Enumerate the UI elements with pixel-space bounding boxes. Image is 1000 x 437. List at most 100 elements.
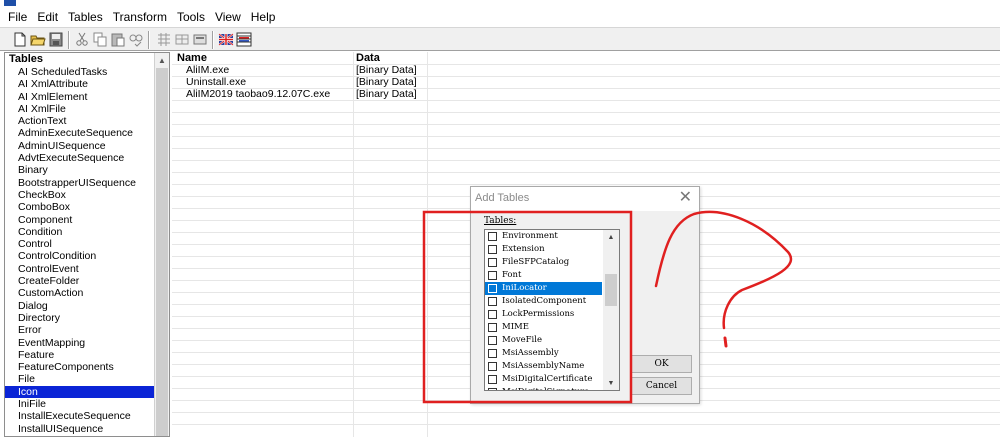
dialog-title: Add Tables xyxy=(475,192,530,204)
checklist-scrollbar[interactable]: ▲ ▼ xyxy=(603,230,619,390)
scroll-thumb[interactable] xyxy=(605,274,617,306)
table-list-item[interactable]: InstallExecuteSequence xyxy=(5,410,154,422)
table-list-item[interactable]: ComboBox xyxy=(5,201,154,213)
checkbox[interactable] xyxy=(488,310,497,319)
table-list-item[interactable]: AdminUISequence xyxy=(5,140,154,152)
checkbox[interactable] xyxy=(488,336,497,345)
table-list-item[interactable]: ControlEvent xyxy=(5,263,154,275)
add-table-icon[interactable] xyxy=(156,32,172,47)
checkbox[interactable] xyxy=(488,258,497,267)
checklist-item[interactable]: MsiAssembly xyxy=(485,347,602,360)
table-list-item[interactable]: CustomAction xyxy=(5,287,154,299)
checkbox[interactable] xyxy=(488,245,497,254)
table-list-item[interactable]: Dialog xyxy=(5,300,154,312)
checklist-item[interactable]: MsiDigitalCertificate xyxy=(485,373,602,386)
table-list-item[interactable]: AI XmlAttribute xyxy=(5,78,154,90)
checkbox[interactable] xyxy=(488,297,497,306)
copy-icon[interactable] xyxy=(92,32,108,47)
checklist-item-label: MIME xyxy=(502,322,529,332)
app-icon xyxy=(4,0,16,6)
checkbox[interactable] xyxy=(488,388,497,390)
menu-tools[interactable]: Tools xyxy=(172,8,210,27)
checklist-item-label: IniLocator xyxy=(502,283,547,293)
menu-file[interactable]: File xyxy=(3,8,32,27)
table-list-item[interactable]: Directory xyxy=(5,312,154,324)
tables-scrollbar[interactable]: ▲ xyxy=(154,53,169,436)
table-list-item[interactable]: Binary xyxy=(5,164,154,176)
menu-help[interactable]: Help xyxy=(246,8,281,27)
checklist-item-label: MsiAssemblyName xyxy=(502,361,585,371)
table-list-item[interactable]: InstallUISequence xyxy=(5,423,154,435)
checklist-item[interactable]: Extension xyxy=(485,243,602,256)
checklist-item[interactable]: IniLocator xyxy=(485,282,602,295)
checklist-item[interactable]: MIME xyxy=(485,321,602,334)
table-list-item[interactable]: Condition xyxy=(5,226,154,238)
table-list-item[interactable]: AI ScheduledTasks xyxy=(5,66,154,78)
cancel-button[interactable]: Cancel xyxy=(631,377,692,395)
column-header-data[interactable]: Data xyxy=(356,52,380,64)
table-list-item[interactable]: Control xyxy=(5,238,154,250)
scroll-up-icon[interactable]: ▲ xyxy=(603,230,619,244)
checklist-item[interactable]: FileSFPCatalog xyxy=(485,256,602,269)
tables-checklist[interactable]: Environment Extension FileSFPCatalog Font In… xyxy=(484,229,620,391)
add-row-icon[interactable] xyxy=(192,32,208,47)
save-icon[interactable] xyxy=(48,32,64,47)
table-list-item[interactable]: ActionText xyxy=(5,115,154,127)
menu-tables[interactable]: Tables xyxy=(63,8,108,27)
checklist-item[interactable]: MsiDigitalSignature xyxy=(485,386,602,390)
table-list-item[interactable]: CheckBox xyxy=(5,189,154,201)
checkbox[interactable] xyxy=(488,362,497,371)
flag-icon[interactable] xyxy=(218,32,234,47)
menu-edit[interactable]: Edit xyxy=(32,8,63,27)
menu-transform[interactable]: Transform xyxy=(108,8,172,27)
scroll-up-icon[interactable]: ▲ xyxy=(155,53,169,67)
cut-icon[interactable] xyxy=(74,32,90,47)
checklist-item[interactable]: IsolatedComponent xyxy=(485,295,602,308)
new-file-icon[interactable] xyxy=(12,32,28,47)
table-list-item[interactable]: IniFile xyxy=(5,398,154,410)
checklist-item[interactable]: Environment xyxy=(485,230,602,243)
open-folder-icon[interactable] xyxy=(30,32,46,47)
checkbox[interactable] xyxy=(488,375,497,384)
close-icon[interactable]: ✕ xyxy=(679,189,692,207)
table-list-item[interactable]: Feature xyxy=(5,349,154,361)
table-list-item[interactable]: Error xyxy=(5,324,154,336)
cell-name[interactable]: Uninstall.exe xyxy=(186,76,246,88)
scroll-down-icon[interactable]: ▼ xyxy=(603,376,619,390)
checkbox[interactable] xyxy=(488,323,497,332)
cell-data[interactable]: [Binary Data] xyxy=(356,76,417,88)
cell-data[interactable]: [Binary Data] xyxy=(356,88,417,100)
table-list-item[interactable]: AdminExecuteSequence xyxy=(5,127,154,139)
table-list-item[interactable]: FeatureComponents xyxy=(5,361,154,373)
checkbox[interactable] xyxy=(488,349,497,358)
compare-icon[interactable] xyxy=(236,32,252,47)
menu-view[interactable]: View xyxy=(210,8,246,27)
drop-table-icon[interactable] xyxy=(174,32,190,47)
table-list-item[interactable]: Component xyxy=(5,214,154,226)
column-header-name[interactable]: Name xyxy=(177,52,207,64)
checkbox[interactable] xyxy=(488,232,497,241)
paste-icon[interactable] xyxy=(110,32,126,47)
table-list-item[interactable]: ControlCondition xyxy=(5,250,154,262)
table-list-item[interactable]: AI XmlFile xyxy=(5,103,154,115)
checklist-item[interactable]: MoveFile xyxy=(485,334,602,347)
checklist-item[interactable]: MsiAssemblyName xyxy=(485,360,602,373)
find-icon[interactable] xyxy=(128,32,144,47)
cell-name[interactable]: AliIM2019 taobao9.12.07C.exe xyxy=(186,88,330,100)
table-list-item[interactable]: AI XmlElement xyxy=(5,91,154,103)
cell-data[interactable]: [Binary Data] xyxy=(356,64,417,76)
table-list-item[interactable]: File xyxy=(5,373,154,385)
table-list-item[interactable]: AdvtExecuteSequence xyxy=(5,152,154,164)
table-list-item[interactable]: EventMapping xyxy=(5,337,154,349)
cell-name[interactable]: AliIM.exe xyxy=(186,64,229,76)
toolbar-separator xyxy=(212,31,214,49)
table-list-item[interactable]: BootstrapperUISequence xyxy=(5,177,154,189)
table-list-item[interactable]: Icon xyxy=(5,385,154,399)
table-list-item[interactable]: CreateFolder xyxy=(5,275,154,287)
checkbox[interactable] xyxy=(488,271,497,280)
checklist-item[interactable]: LockPermissions xyxy=(485,308,602,321)
checkbox[interactable] xyxy=(488,284,497,293)
scroll-thumb[interactable] xyxy=(156,68,168,436)
checklist-item[interactable]: Font xyxy=(485,269,602,282)
ok-button[interactable]: OK xyxy=(631,355,692,373)
